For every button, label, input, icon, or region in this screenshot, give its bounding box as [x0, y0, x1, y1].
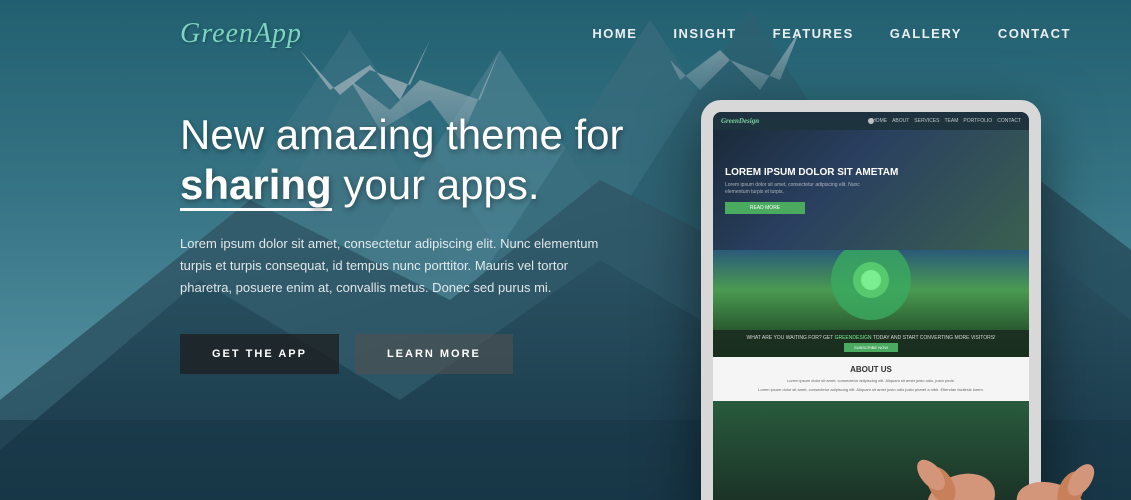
hero-title-bold: sharing	[180, 161, 332, 211]
learn-more-button[interactable]: LEARN MORE	[355, 334, 513, 374]
tablet-mockup: GreenDesign HOME ABOUT SERVICES TEAM POR…	[681, 80, 1101, 500]
tablet-nav-services: SERVICES	[914, 118, 939, 124]
tablet-camera	[868, 118, 874, 124]
tablet-nav-team: TEAM	[945, 118, 959, 124]
tablet-nav-links: HOME ABOUT SERVICES TEAM PORTFOLIO CONTA…	[872, 118, 1021, 124]
nav-item-gallery[interactable]: GALLERY	[890, 25, 962, 43]
tablet-hero-description: Lorem ipsum dolor sit amet, consectetur …	[725, 182, 875, 196]
nav-link-gallery[interactable]: GALLERY	[890, 26, 962, 41]
tablet-subscribe-btn: SUBSCRIBE NOW	[844, 343, 898, 352]
tablet-hero-area: LOREM IPSUM DOLOR SIT AMETAM Lorem ipsum…	[713, 130, 1029, 250]
tablet-logo: GreenDesign	[721, 117, 759, 125]
nav-item-home[interactable]: HOME	[592, 25, 637, 43]
tablet-landscape	[713, 250, 1029, 330]
hero-section: GreenApp HOME INSIGHT FEATURES GALLERY C…	[0, 0, 1131, 500]
tablet-hero-title: LOREM IPSUM DOLOR SIT AMETAM	[725, 167, 1017, 178]
tablet-nav-home: HOME	[872, 118, 887, 124]
hero-buttons: GET THE APP LEARN MORE	[180, 334, 680, 374]
navbar: GreenApp HOME INSIGHT FEATURES GALLERY C…	[0, 0, 1131, 68]
nav-item-insight[interactable]: INSIGHT	[673, 25, 736, 43]
nav-link-home[interactable]: HOME	[592, 26, 637, 41]
nav-item-features[interactable]: FEATURES	[773, 25, 854, 43]
hero-title-rest: your apps.	[332, 161, 540, 208]
logo-white: App	[254, 18, 302, 49]
get-app-button[interactable]: GET THE APP	[180, 334, 339, 374]
hero-content: New amazing theme for sharing your apps.…	[180, 110, 680, 374]
hero-title-line1: New amazing theme for	[180, 111, 624, 158]
tablet-nav-contact: CONTACT	[997, 118, 1021, 124]
hero-title: New amazing theme for sharing your apps.	[180, 110, 680, 211]
nav-item-contact[interactable]: CONTACT	[998, 25, 1071, 43]
tablet-cta-btn: READ MORE	[725, 202, 805, 214]
nav-link-insight[interactable]: INSIGHT	[673, 26, 736, 41]
nav-link-features[interactable]: FEATURES	[773, 26, 854, 41]
site-logo[interactable]: GreenApp	[180, 18, 302, 50]
tablet-brand-name: GREENDESIGN	[835, 335, 872, 341]
nav-link-contact[interactable]: CONTACT	[998, 26, 1071, 41]
tablet-nav-about: ABOUT	[892, 118, 909, 124]
nav-links: HOME INSIGHT FEATURES GALLERY CONTACT	[592, 25, 1071, 43]
hero-description: Lorem ipsum dolor sit amet, consectetur …	[180, 233, 600, 299]
logo-green: Green	[180, 18, 254, 49]
hands-illustration	[901, 320, 1101, 500]
tablet-nav-portfolio: PORTFOLIO	[963, 118, 992, 124]
